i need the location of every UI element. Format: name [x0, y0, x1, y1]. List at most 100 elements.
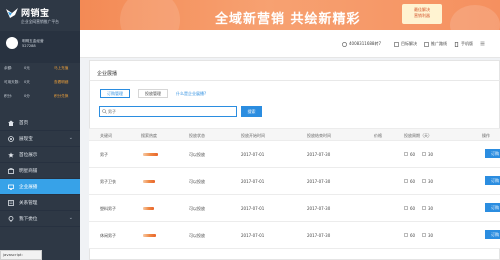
end-date-cell: 2017-07-30 [307, 179, 331, 184]
menu-button[interactable] [480, 41, 487, 46]
points-row: 积分: 0分 积分兑换 [4, 94, 78, 102]
relation-icon [8, 199, 14, 206]
banner-badge: 最佳解决 营销利器 [402, 4, 442, 24]
status-cell: 可以投放 [189, 152, 205, 157]
period-checkbox[interactable] [422, 152, 426, 156]
tab-placement-management[interactable]: 投放管理 [138, 89, 168, 98]
tab-order-management[interactable]: 订购管理 [100, 89, 130, 98]
chevron-down-icon: ⌄ [68, 135, 73, 141]
days-value: 0天 [24, 80, 30, 84]
table-row: 塑料男子 可以投放 2017-07-01 2017-07-30 60 30 订购 [89, 195, 500, 222]
balance-row: 余额: 0元 马上充值 [4, 66, 78, 74]
position-icon [8, 215, 14, 222]
topbar-link-route[interactable]: 推广路线 [424, 41, 447, 47]
sidebar-item-position[interactable]: 我下委位 ⌄ [0, 211, 80, 227]
topbar-link-label: 手机版 [461, 41, 473, 46]
mobile-icon [454, 41, 459, 47]
tab-bar: 订购管理 投放管理 什么是企业展播? [100, 89, 206, 98]
topbar-link-goal[interactable]: 目标解决 [394, 41, 417, 47]
sidebar-item-top-rank[interactable]: 首位展示 [0, 147, 80, 163]
sidebar-item-star-shop[interactable]: 明星商铺 [0, 163, 80, 179]
topbar-link-label: 目标解决 [401, 41, 417, 46]
sidebar-item-label: 明星商铺 [19, 168, 38, 174]
sidebar-item-label: 首页 [19, 120, 29, 126]
hotline-number: 4008311688转7 [349, 41, 381, 46]
keyword-cell: 休闲男子 [100, 233, 116, 238]
period-checkbox[interactable] [422, 206, 426, 210]
column-header: 投放周期（天） [404, 133, 432, 138]
start-date-cell: 2017-07-01 [241, 206, 265, 211]
checkbox-icon [394, 41, 399, 47]
period-option: 60 [410, 152, 416, 157]
user-id: 527288 [22, 44, 36, 48]
order-button[interactable]: 订购 [485, 176, 500, 185]
start-date-cell: 2017-07-01 [241, 179, 265, 184]
search-input[interactable]: 男子 [99, 106, 237, 117]
topbar-link-mobile[interactable]: 手机版 [454, 41, 473, 47]
keyword-cell: 男子 [100, 152, 108, 157]
period-option: 30 [428, 152, 434, 157]
star-shop-icon [8, 167, 14, 174]
order-button[interactable]: 订购 [485, 230, 500, 239]
sidebar-item-display[interactable]: 展现宝 ⌄ [0, 131, 80, 147]
logo-bird-icon [6, 8, 18, 18]
column-header: 操作 [482, 133, 490, 138]
period-checkbox[interactable] [404, 179, 408, 183]
period-checkbox[interactable] [404, 233, 408, 237]
brand-tagline: 企业全网营销推广平台 [21, 19, 59, 24]
balance-label: 余额: [4, 66, 13, 70]
topbar-link-label: 推广路线 [431, 41, 447, 46]
period-option: 60 [410, 179, 416, 184]
keyword-cell: 男子卫衣 [100, 179, 116, 184]
page-title: 企业展播 [97, 71, 118, 77]
sidebar-item-broadcast[interactable]: 企业展播 [0, 179, 80, 195]
details-link[interactable]: 查看明细 [54, 80, 68, 85]
status-cell: 可以投放 [189, 206, 205, 211]
order-button[interactable]: 订购 [485, 149, 500, 158]
chevron-down-icon: ⌄ [68, 215, 73, 221]
table-row: 男子 可以投放 2017-07-01 2017-07-30 60 30 订购 [89, 141, 500, 168]
status-cell: 可以投放 [189, 233, 205, 238]
status-cell: 可以投放 [189, 179, 205, 184]
period-checkbox[interactable] [404, 206, 408, 210]
heat-bar [143, 180, 155, 183]
sidebar-item-label: 关系管理 [19, 200, 38, 206]
sidebar-item-label: 我下委位 [19, 216, 38, 222]
avatar[interactable] [6, 37, 18, 49]
order-button[interactable]: 订购 [485, 203, 500, 212]
sidebar-item-label: 企业展播 [19, 184, 38, 190]
column-header: 价格 [374, 133, 382, 138]
end-date-cell: 2017-07-30 [307, 152, 331, 157]
top-rank-icon [8, 152, 14, 158]
sidebar: 网销宝 企业全网营销推广平台 明明五金经营 527288 余额: 0元 马上充值… [0, 0, 80, 260]
column-header: 投放结束时间 [307, 133, 331, 138]
end-date-cell: 2017-07-30 [307, 233, 331, 238]
broadcast-icon [8, 184, 14, 190]
period-option: 30 [428, 233, 434, 238]
period-checkbox[interactable] [422, 233, 426, 237]
sidebar-item-label: 展现宝 [19, 136, 33, 142]
recharge-link[interactable]: 马上充值 [54, 66, 68, 71]
top-bar: 4008311688转7 目标解决 推广路线 手机版 [80, 30, 500, 58]
heat-bar [143, 153, 158, 156]
table-row: 休闲男子 可以投放 2017-07-01 2017-07-30 60 30 订购 [89, 222, 500, 249]
sidebar-item-relation[interactable]: 关系管理 [0, 195, 80, 211]
sidebar-item-home[interactable]: 首页 [0, 115, 80, 131]
period-checkbox[interactable] [404, 152, 408, 156]
search-button[interactable]: 搜索 [241, 106, 262, 117]
period-option: 30 [428, 206, 434, 211]
promo-banner[interactable]: 全域新营销 共绘新精彩 最佳解决 营销利器 [80, 0, 500, 30]
period-option: 60 [410, 206, 416, 211]
logo[interactable]: 网销宝 企业全网营销推广平台 [3, 3, 80, 27]
points-exchange-link[interactable]: 积分兑换 [54, 94, 68, 99]
period-checkbox[interactable] [422, 179, 426, 183]
points-label: 积分: [4, 94, 13, 98]
banner-decoration [450, 5, 500, 30]
column-header: 投放状态 [189, 133, 205, 138]
heat-bar [143, 207, 154, 210]
keyword-cell: 塑料男子 [100, 206, 116, 211]
banner-decoration [120, 0, 180, 30]
help-link[interactable]: 什么是企业展播? [176, 91, 206, 97]
hotline: 4008311688转7 [342, 41, 381, 47]
sidebar-item-label: 首位展示 [19, 152, 38, 158]
